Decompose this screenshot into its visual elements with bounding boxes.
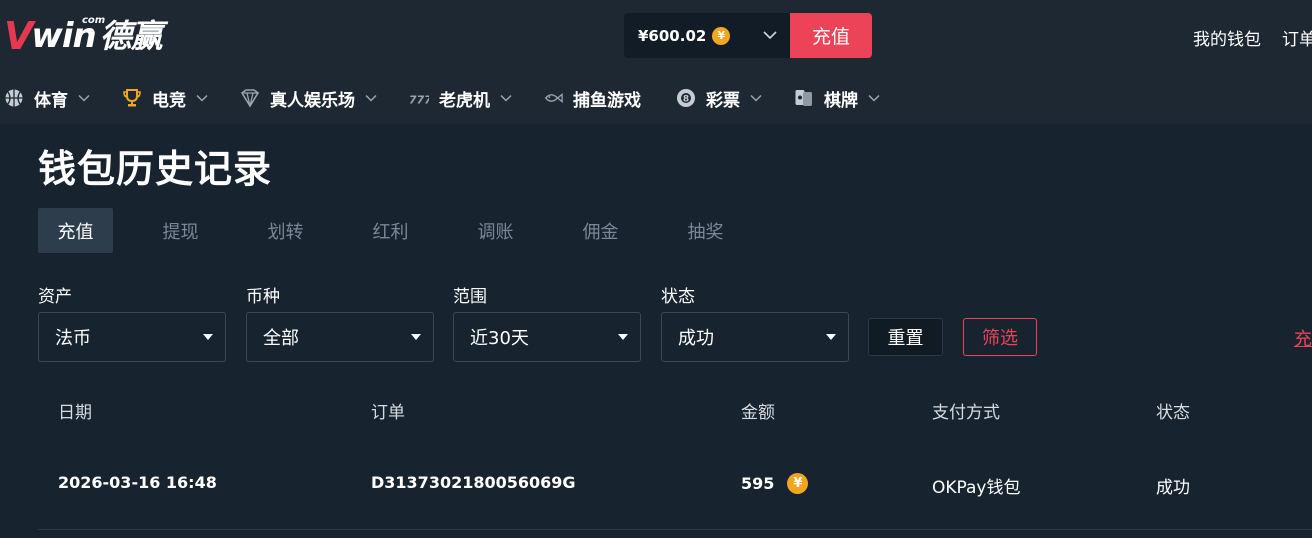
- nav-label: 彩票: [706, 90, 740, 111]
- reset-button[interactable]: 重置: [868, 318, 943, 356]
- caret-down-icon: [826, 334, 836, 340]
- caret-down-icon: [203, 334, 213, 340]
- nav-item-fishing[interactable]: 捕鱼游戏: [543, 72, 641, 124]
- column-header-order: 订单: [371, 403, 405, 423]
- status-select[interactable]: 成功: [661, 312, 849, 362]
- range-filter-label: 范围: [453, 287, 487, 307]
- currency-select-value: 全部: [263, 328, 299, 349]
- balance-dropdown[interactable]: ¥600.02 ¥: [624, 13, 790, 58]
- asset-filter-label: 资产: [38, 287, 72, 307]
- nav-item-sports[interactable]: 体育: [4, 72, 90, 124]
- chevron-down-icon: [196, 94, 208, 102]
- nav-label: 体育: [34, 90, 68, 111]
- row-payment-method: OKPay钱包: [932, 478, 1021, 498]
- chevron-down-icon: [750, 94, 762, 102]
- tab-withdraw[interactable]: 提现: [143, 208, 218, 253]
- column-header-amount: 金额: [741, 403, 775, 423]
- tab-transfer[interactable]: 划转: [248, 208, 323, 253]
- nav-label: 棋牌: [824, 90, 858, 111]
- row-date: 2026-03-16 16:48: [58, 473, 217, 492]
- tab-commission[interactable]: 佣金: [563, 208, 638, 253]
- tab-bonus[interactable]: 红利: [353, 208, 428, 253]
- logo-mark: V: [4, 14, 33, 58]
- yuan-coin-icon: ¥: [787, 473, 809, 494]
- slot-777-icon: 777: [409, 88, 429, 108]
- chevron-down-icon: [762, 26, 778, 48]
- lottery-ball-icon: 8: [676, 88, 696, 108]
- range-select-value: 近30天: [470, 328, 529, 349]
- chevron-down-icon: [78, 94, 90, 102]
- nav-item-slots[interactable]: 777 老虎机: [409, 72, 512, 124]
- status-filter-label: 状态: [661, 287, 695, 307]
- tab-lucky-draw[interactable]: 抽奖: [668, 208, 743, 253]
- my-wallet-link[interactable]: 我的钱包: [1193, 25, 1261, 50]
- row-order-id: D3137302180056069G: [371, 473, 576, 492]
- currency-select[interactable]: 全部: [246, 312, 434, 362]
- row-divider: [38, 529, 1312, 530]
- nav-label: 真人娱乐场: [270, 90, 355, 111]
- column-header-status: 状态: [1156, 403, 1190, 423]
- nav-item-lottery[interactable]: 8 彩票: [676, 72, 762, 124]
- basketball-icon: [4, 88, 24, 108]
- row-amount: 595: [741, 474, 775, 493]
- asset-select[interactable]: 法币: [38, 312, 226, 362]
- svg-text:8: 8: [683, 95, 689, 105]
- range-select[interactable]: 近30天: [453, 312, 641, 362]
- row-status: 成功: [1156, 478, 1190, 498]
- top-header: V win com 德赢 ¥600.02 ¥ 充值 我的钱包 订单: [0, 0, 1312, 72]
- fish-icon: [543, 88, 563, 108]
- nav-item-cards[interactable]: 棋牌: [794, 72, 880, 124]
- deposit-link[interactable]: 充值: [1294, 325, 1312, 351]
- deposit-button[interactable]: 充值: [790, 13, 872, 58]
- nav-label: 捕鱼游戏: [573, 90, 641, 111]
- tab-deposit[interactable]: 充值: [38, 208, 113, 253]
- caret-down-icon: [411, 334, 421, 340]
- chevron-down-icon: [868, 94, 880, 102]
- tab-adjustment[interactable]: 调账: [458, 208, 533, 253]
- nav-item-live-casino[interactable]: 真人娱乐场: [240, 72, 377, 124]
- svg-text:777: 777: [409, 93, 429, 106]
- trophy-icon: [122, 88, 142, 108]
- logo-com: com: [82, 15, 106, 26]
- orders-link[interactable]: 订单: [1282, 25, 1312, 50]
- chevron-down-icon: [365, 94, 377, 102]
- site-logo[interactable]: V win com 德赢: [4, 12, 163, 58]
- column-header-payment-method: 支付方式: [932, 403, 1000, 423]
- filter-button[interactable]: 筛选: [963, 318, 1037, 356]
- balance-amount: ¥600.02: [638, 26, 707, 45]
- main-nav: 体育 电竞 真人娱乐场 777 老虎机 捕鱼游戏 8 彩票: [0, 72, 1312, 124]
- yuan-coin-icon: ¥: [712, 26, 731, 45]
- cards-icon: [794, 88, 814, 108]
- status-select-value: 成功: [678, 328, 714, 349]
- nav-item-esports[interactable]: 电竞: [122, 72, 208, 124]
- chevron-down-icon: [500, 94, 512, 102]
- nav-label: 电竞: [152, 90, 186, 111]
- asset-select-value: 法币: [55, 328, 91, 349]
- column-header-date: 日期: [58, 403, 92, 423]
- row-amount-cell: 595 ¥: [741, 473, 809, 494]
- diamond-icon: [240, 88, 260, 108]
- caret-down-icon: [618, 334, 628, 340]
- logo-chinese: 德赢: [99, 17, 163, 55]
- nav-label: 老虎机: [439, 90, 490, 111]
- currency-filter-label: 币种: [246, 287, 280, 307]
- page-title: 钱包历史记录: [38, 147, 273, 191]
